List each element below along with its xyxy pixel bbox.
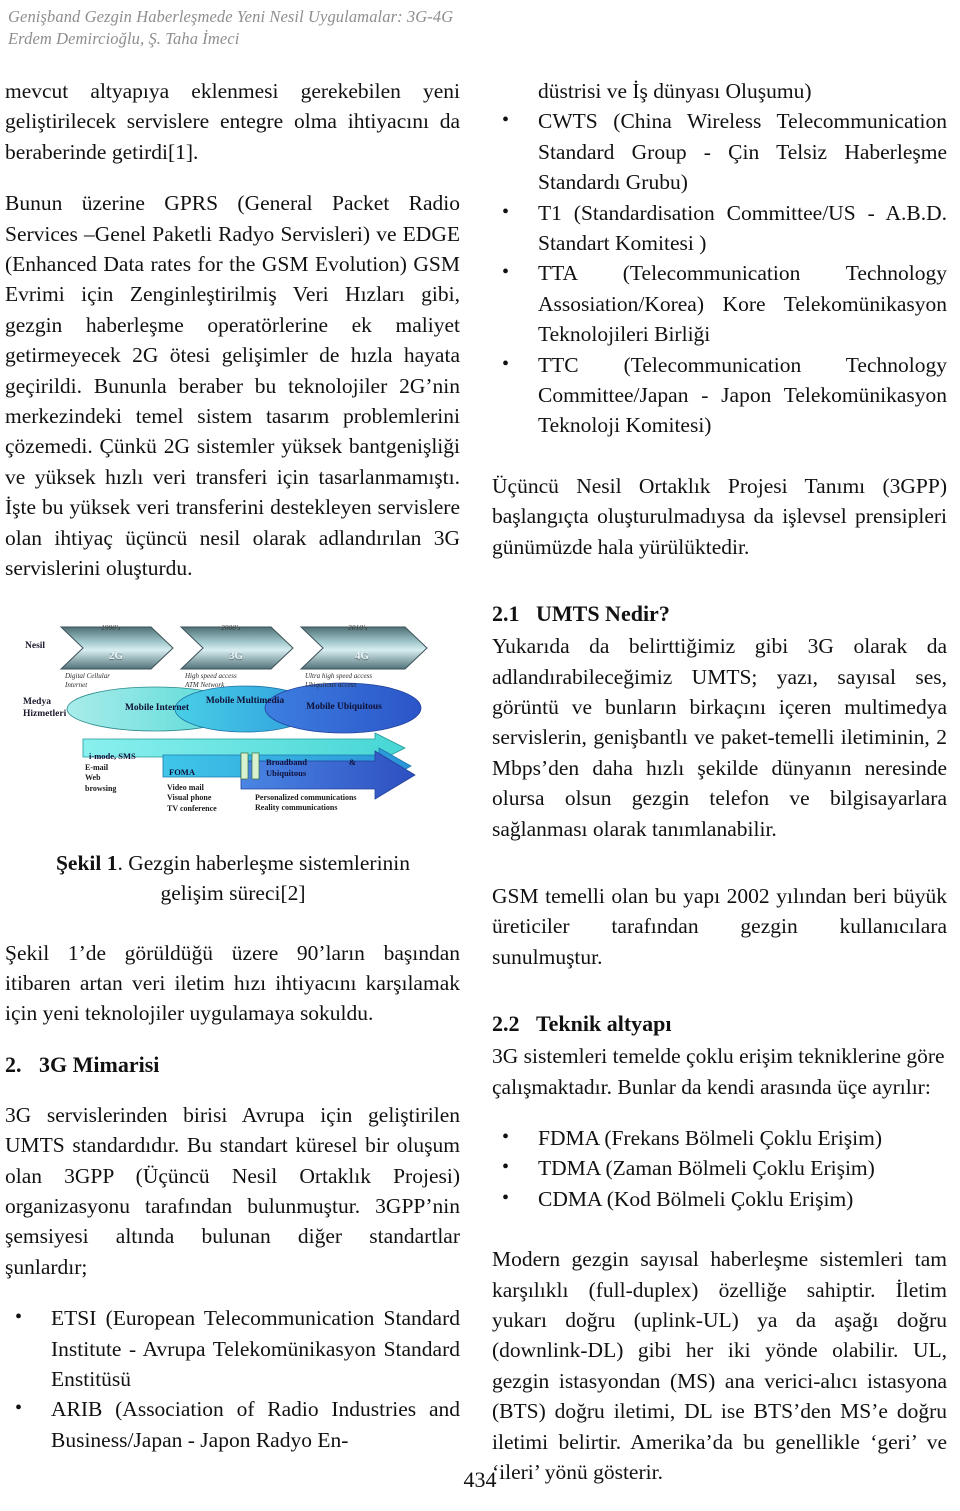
bullet-t1: T1 (Standardisation Committee/US - A.B.D… bbox=[492, 197, 947, 259]
heading-teknik-title: Teknik altyapı bbox=[536, 1011, 672, 1037]
paragraph-multiple-access: 3G sistemleri temelde çoklu erişim tekni… bbox=[492, 1044, 945, 1099]
figure-services-4g: Personalized communications Reality comm… bbox=[255, 792, 357, 813]
paragraph-sekil-reference: Şekil 1’de görüldüğü üzere 90’ların başı… bbox=[5, 940, 460, 1026]
figure-1-caption: Şekil 1. Gezgin haberleşme sistemlerinin… bbox=[23, 848, 443, 908]
paragraph-continued: mevcut altyapıya eklenmesi gerekebilen y… bbox=[5, 79, 460, 164]
heading-3g-title: 3G Mimarisi bbox=[39, 1051, 160, 1077]
figure-ellipse-mobile-multimedia: Mobile Multimedia bbox=[205, 695, 285, 706]
figure-bar-label-broadband: Broadband & Ubiquitous bbox=[266, 756, 356, 778]
bullet-etsi: ETSI (European Telecommunication Standar… bbox=[5, 1302, 460, 1394]
paragraph-3gpp-definition: Üçüncü Nesil Ortaklık Projesi Tanımı (3G… bbox=[492, 473, 947, 559]
bullet-ttc: TTC (Telecommunication Technology Commit… bbox=[492, 349, 947, 441]
bullet-tta: TTA (Telecommunication Technology Assosi… bbox=[492, 257, 947, 349]
figure-generation-4g: 4G bbox=[355, 649, 370, 662]
figure-year-2000s: 2000's bbox=[221, 622, 241, 632]
figure-year-2010s: 2010's bbox=[348, 622, 368, 632]
standards-bullet-list-right: CWTS (China Wireless Telecommunication S… bbox=[492, 105, 947, 441]
figure-row-label-medya: Medya bbox=[23, 696, 51, 707]
bullet-cdma: CDMA (Kod Bölmeli Çoklu Erişim) bbox=[492, 1183, 947, 1214]
page-body: mevcut altyapıya eklenmesi gerekebilen y… bbox=[0, 76, 960, 1484]
heading-umts-title: UMTS Nedir? bbox=[536, 601, 670, 627]
figure-services-2g: E-mail Web browsing bbox=[85, 762, 117, 793]
paragraph-full-duplex: Modern gezgin sayısal haberleşme sisteml… bbox=[492, 1247, 947, 1485]
running-header: Genişband Gezgin Haberleşmede Yeni Nesil… bbox=[8, 6, 628, 50]
figure-gen-caption-2g: Digital Cellular Internet bbox=[65, 671, 110, 689]
figure-1: Nesil Medya Hizmetleri 1990's 2000's 201… bbox=[23, 604, 443, 820]
figure-row-label-hizmetleri: Hizmetleri bbox=[23, 708, 67, 719]
paragraph-umts-standard: 3G servislerinden birisi Avrupa için gel… bbox=[5, 1102, 460, 1279]
paragraph-gsm-based: GSM temelli olan bu yapı 2002 yılından b… bbox=[492, 883, 947, 969]
bullet-tdma: TDMA (Zaman Bölmeli Çoklu Erişim) bbox=[492, 1152, 947, 1183]
figure-caption-text: . Gezgin haberleşme sistemlerinin gelişi… bbox=[117, 850, 411, 905]
heading-teknik-number: 2.2 bbox=[492, 1011, 520, 1037]
right-column: düstrisi ve İş dünyası Oluşumu) CWTS (Ch… bbox=[492, 76, 947, 1508]
figure-year-1990s: 1990's bbox=[101, 622, 121, 632]
heading-umts-nedir: 2.1 UMTS Nedir? bbox=[492, 599, 947, 629]
figure-row-label-nesil: Nesil bbox=[25, 640, 46, 651]
paragraph-gprs-edge: Bunun üzerine GPRS (General Packet Radio… bbox=[5, 191, 460, 581]
bullet-arib: ARIB (Association of Radio Industries an… bbox=[5, 1393, 460, 1455]
figure-generation-3g: 3G bbox=[229, 649, 244, 662]
bullet-arib-continuation: düstrisi ve İş dünyası Oluşumu) bbox=[538, 79, 812, 103]
figure-gen-caption-3g: High speed access ATM Network bbox=[185, 671, 237, 689]
left-column: mevcut altyapıya eklenmesi gerekebilen y… bbox=[5, 76, 460, 1455]
running-header-title: Genişband Gezgin Haberleşmede Yeni Nesil… bbox=[8, 7, 454, 26]
figure-generation-2g: 2G bbox=[109, 649, 124, 662]
bullet-cwts: CWTS (China Wireless Telecommunication S… bbox=[492, 105, 947, 197]
standards-bullet-list-left: ETSI (European Telecommunication Standar… bbox=[5, 1302, 460, 1455]
figure-gen-caption-4g: Ultra high speed access Ubiquitous acces… bbox=[305, 671, 373, 689]
heading-3g-number: 2. bbox=[5, 1051, 22, 1077]
figure-caption-label: Şekil 1 bbox=[55, 850, 118, 875]
bullet-fdma: FDMA (Frekans Bölmeli Çoklu Erişim) bbox=[492, 1122, 947, 1153]
page-number: 434 bbox=[463, 1467, 497, 1492]
paragraph-umts-definition: Yukarıda da belirttiğimiz gibi 3G olarak… bbox=[492, 634, 947, 841]
figure-services-3g: Video mail Visual phone TV conference bbox=[167, 782, 217, 813]
heading-teknik-altyapi: 2.2 Teknik altyapı bbox=[492, 1009, 947, 1039]
access-technique-bullet-list: FDMA (Frekans Bölmeli Çoklu Erişim) TDMA… bbox=[492, 1122, 947, 1214]
figure-ellipse-mobile-ubiquitous: Mobile Ubiquitous bbox=[306, 701, 382, 712]
running-header-authors: Erdem Demircioğlu, Ş. Taha İmeci bbox=[8, 29, 240, 48]
heading-3g-mimarisi: 2. 3G Mimarisi bbox=[5, 1050, 460, 1080]
heading-umts-number: 2.1 bbox=[492, 601, 520, 627]
